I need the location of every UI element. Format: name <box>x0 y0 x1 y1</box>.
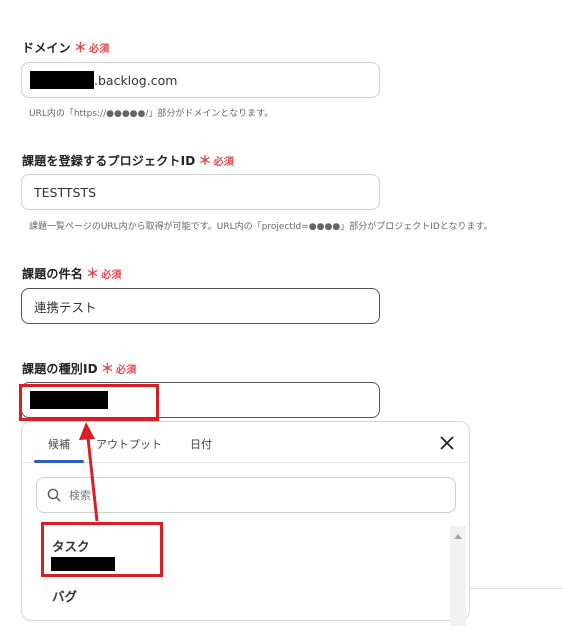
subject-value: 連携テスト <box>34 299 97 315</box>
project-id-label: 課題を登録するプロジェクトID ＊必須 <box>22 150 234 169</box>
option-bug-label: バグ <box>52 589 78 604</box>
tab-output[interactable]: アウトプット <box>96 436 162 452</box>
domain-input[interactable]: .backlog.com <box>21 62 380 98</box>
required-badge: ＊必須 <box>198 154 235 169</box>
annotation-highlight-input <box>19 384 159 421</box>
domain-help: URL内の「https://●●●●●/」部分がドメインとなります。 <box>29 109 274 119</box>
domain-label: ドメイン＊必須 <box>22 37 109 56</box>
search-input[interactable] <box>67 487 431 503</box>
scrollbar[interactable] <box>450 526 466 626</box>
subject-label: 課題の件名＊必須 <box>22 263 122 282</box>
tabs-divider <box>22 462 469 463</box>
divider-line <box>470 588 563 589</box>
tab-date[interactable]: 日付 <box>190 436 212 452</box>
redacted-text <box>30 71 94 89</box>
search-box[interactable] <box>36 477 456 513</box>
suggestion-popup: 候補 アウトプット 日付 タスク バグ <box>21 421 470 626</box>
required-badge: ＊必須 <box>86 267 122 282</box>
search-icon <box>47 488 61 502</box>
domain-value: .backlog.com <box>94 72 178 88</box>
domain-label-text: ドメイン <box>22 41 71 55</box>
issue-type-label-text: 課題の種別ID <box>22 362 98 376</box>
option-bug[interactable]: バグ <box>42 580 162 610</box>
project-id-help: 課題一覧ページのURL内から取得が可能です。URL内の「projectId=●●… <box>29 222 493 232</box>
required-badge: ＊必須 <box>73 41 110 56</box>
annotation-highlight-option <box>41 522 163 577</box>
subject-input[interactable]: 連携テスト <box>21 288 380 324</box>
subject-label-text: 課題の件名 <box>22 267 84 281</box>
active-tab-indicator <box>34 460 84 463</box>
required-badge: ＊必須 <box>100 362 137 377</box>
tab-candidates[interactable]: 候補 <box>48 436 70 452</box>
scroll-up-icon[interactable] <box>454 534 462 539</box>
issue-type-label: 課題の種別ID ＊必須 <box>22 358 136 377</box>
project-id-label-text: 課題を登録するプロジェクトID <box>22 154 196 168</box>
close-icon[interactable] <box>439 435 455 451</box>
project-id-value: TESTTSTS <box>34 184 97 200</box>
project-id-input[interactable]: TESTTSTS <box>21 174 380 210</box>
